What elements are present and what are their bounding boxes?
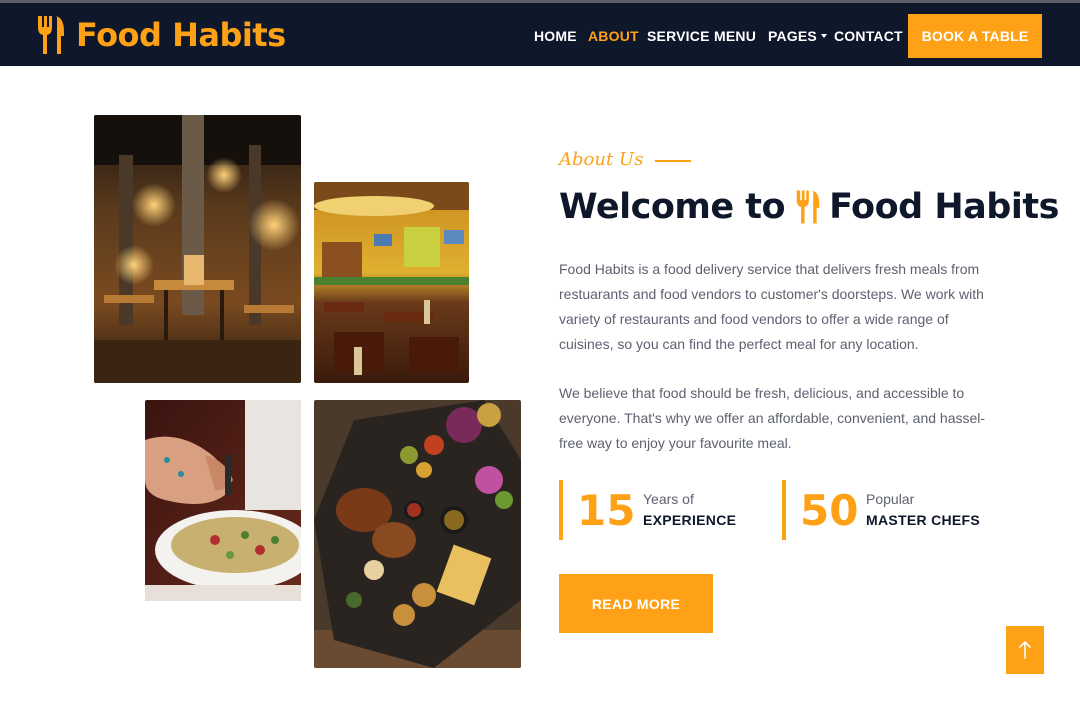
nav-service[interactable]: SERVICE	[647, 24, 710, 48]
food-platter-photo	[314, 400, 521, 668]
back-to-top-button[interactable]	[1006, 626, 1044, 674]
arrow-up-icon	[1019, 641, 1031, 659]
stat-label: Popular MASTER CHEFS	[866, 489, 980, 531]
page-title: Welcome to Food Habits	[559, 183, 1059, 231]
stat-chefs: 50 Popular MASTER CHEFS	[782, 480, 980, 540]
about-paragraph-1: Food Habits is a food delivery service t…	[559, 261, 984, 352]
nav-about[interactable]: ABOUT	[588, 24, 639, 48]
section-tag: About Us	[559, 149, 692, 170]
stat-label-bottom: EXPERIENCE	[643, 512, 737, 528]
salad-plate-photo	[145, 400, 301, 601]
caret-down-icon	[820, 33, 827, 38]
stat-number: 15	[577, 485, 636, 535]
book-table-button[interactable]: BOOK A TABLE	[908, 14, 1042, 58]
read-more-button[interactable]: READ MORE	[559, 574, 713, 633]
nav-menu[interactable]: MENU	[714, 24, 756, 48]
stat-label-top: Years of	[643, 491, 694, 507]
title-prefix: Welcome to	[559, 187, 786, 227]
navbar: Food Habits HOME ABOUT SERVICE MENU PAGE…	[0, 0, 1080, 66]
nav-contact[interactable]: CONTACT	[834, 24, 903, 48]
stat-label-bottom: MASTER CHEFS	[866, 512, 981, 528]
nav-home[interactable]: HOME	[534, 24, 577, 48]
stat-experience: 15 Years of EXPERIENCE	[559, 480, 736, 540]
nav-pages-dropdown[interactable]: PAGES	[768, 24, 827, 48]
tag-divider-line	[655, 159, 692, 162]
utensils-icon	[796, 190, 820, 224]
stat-number: 50	[800, 485, 859, 535]
title-brand: Food Habits	[829, 187, 1059, 227]
restaurant-interior-photo	[94, 115, 301, 383]
stat-label-top: Popular	[866, 491, 915, 507]
dining-room-photo	[314, 182, 469, 383]
about-paragraph-2: We believe that food should be fresh, de…	[559, 385, 986, 451]
section-tag-label: About Us	[559, 149, 644, 170]
stat-label: Years of EXPERIENCE	[643, 489, 736, 531]
nav-pages-label: PAGES	[768, 28, 817, 44]
